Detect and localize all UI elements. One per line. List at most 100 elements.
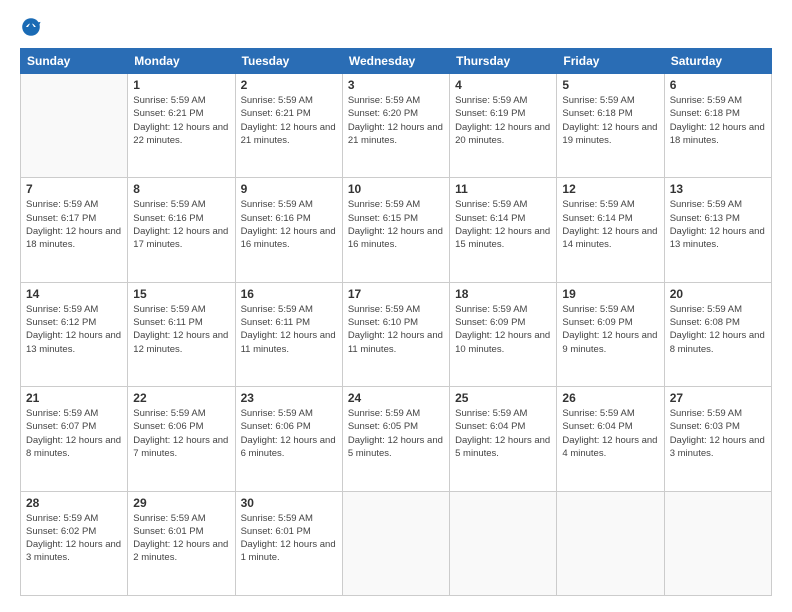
day-info: Sunrise: 5:59 AM Sunset: 6:12 PM Dayligh… (26, 303, 122, 356)
day-number: 20 (670, 287, 766, 301)
day-number: 25 (455, 391, 551, 405)
calendar-table: SundayMondayTuesdayWednesdayThursdayFrid… (20, 48, 772, 596)
day-number: 5 (562, 78, 658, 92)
day-info: Sunrise: 5:59 AM Sunset: 6:21 PM Dayligh… (241, 94, 337, 147)
calendar-cell: 9 Sunrise: 5:59 AM Sunset: 6:16 PM Daylig… (235, 178, 342, 282)
calendar-cell: 15 Sunrise: 5:59 AM Sunset: 6:11 PM Dayli… (128, 282, 235, 386)
calendar-cell (21, 74, 128, 178)
day-number: 19 (562, 287, 658, 301)
day-number: 4 (455, 78, 551, 92)
col-header-wednesday: Wednesday (342, 49, 449, 74)
day-number: 2 (241, 78, 337, 92)
day-number: 16 (241, 287, 337, 301)
day-info: Sunrise: 5:59 AM Sunset: 6:06 PM Dayligh… (133, 407, 229, 460)
day-number: 8 (133, 182, 229, 196)
day-number: 3 (348, 78, 444, 92)
calendar-cell: 5 Sunrise: 5:59 AM Sunset: 6:18 PM Daylig… (557, 74, 664, 178)
day-info: Sunrise: 5:59 AM Sunset: 6:11 PM Dayligh… (133, 303, 229, 356)
logo-icon (20, 16, 42, 38)
day-number: 28 (26, 496, 122, 510)
calendar-cell: 30 Sunrise: 5:59 AM Sunset: 6:01 PM Dayli… (235, 491, 342, 595)
calendar-cell: 22Sunrise: 5:59 AM Sunset: 6:06 PM Dayli… (128, 387, 235, 491)
day-number: 1 (133, 78, 229, 92)
day-info: Sunrise: 5:59 AM Sunset: 6:06 PM Dayligh… (241, 407, 337, 460)
day-number: 15 (133, 287, 229, 301)
col-header-friday: Friday (557, 49, 664, 74)
day-info: Sunrise: 5:59 AM Sunset: 6:18 PM Dayligh… (562, 94, 658, 147)
col-header-saturday: Saturday (664, 49, 771, 74)
calendar-cell: 23 Sunrise: 5:59 AM Sunset: 6:06 PM Dayli… (235, 387, 342, 491)
calendar-cell: 8 Sunrise: 5:59 AM Sunset: 6:16 PM Daylig… (128, 178, 235, 282)
col-header-monday: Monday (128, 49, 235, 74)
calendar-cell: 3 Sunrise: 5:59 AM Sunset: 6:20 PM Daylig… (342, 74, 449, 178)
calendar-cell: 6 Sunrise: 5:59 AM Sunset: 6:18 PM Daylig… (664, 74, 771, 178)
day-info: Sunrise: 5:59 AM Sunset: 6:01 PM Dayligh… (241, 512, 337, 565)
col-header-thursday: Thursday (450, 49, 557, 74)
day-number: 6 (670, 78, 766, 92)
day-info: Sunrise: 5:59 AM Sunset: 6:15 PM Dayligh… (348, 198, 444, 251)
day-number: 7 (26, 182, 122, 196)
day-number: 18 (455, 287, 551, 301)
col-header-tuesday: Tuesday (235, 49, 342, 74)
calendar-cell: 11 Sunrise: 5:59 AM Sunset: 6:14 PM Dayli… (450, 178, 557, 282)
calendar-cell: 4 Sunrise: 5:59 AM Sunset: 6:19 PM Daylig… (450, 74, 557, 178)
calendar-cell: 17 Sunrise: 5:59 AM Sunset: 6:10 PM Dayli… (342, 282, 449, 386)
day-info: Sunrise: 5:59 AM Sunset: 6:03 PM Dayligh… (670, 407, 766, 460)
day-info: Sunrise: 5:59 AM Sunset: 6:09 PM Dayligh… (562, 303, 658, 356)
calendar-cell (450, 491, 557, 595)
day-info: Sunrise: 5:59 AM Sunset: 6:14 PM Dayligh… (562, 198, 658, 251)
day-number: 23 (241, 391, 337, 405)
calendar-cell: 1 Sunrise: 5:59 AM Sunset: 6:21 PM Daylig… (128, 74, 235, 178)
day-info: Sunrise: 5:59 AM Sunset: 6:19 PM Dayligh… (455, 94, 551, 147)
day-info: Sunrise: 5:59 AM Sunset: 6:20 PM Dayligh… (348, 94, 444, 147)
day-number: 14 (26, 287, 122, 301)
day-info: Sunrise: 5:59 AM Sunset: 6:01 PM Dayligh… (133, 512, 229, 565)
calendar-cell: 12 Sunrise: 5:59 AM Sunset: 6:14 PM Dayli… (557, 178, 664, 282)
day-info: Sunrise: 5:59 AM Sunset: 6:13 PM Dayligh… (670, 198, 766, 251)
day-number: 12 (562, 182, 658, 196)
day-info: Sunrise: 5:59 AM Sunset: 6:16 PM Dayligh… (133, 198, 229, 251)
calendar-cell: 21Sunrise: 5:59 AM Sunset: 6:07 PM Dayli… (21, 387, 128, 491)
day-info: Sunrise: 5:59 AM Sunset: 6:05 PM Dayligh… (348, 407, 444, 460)
day-info: Sunrise: 5:59 AM Sunset: 6:16 PM Dayligh… (241, 198, 337, 251)
calendar-cell: 25 Sunrise: 5:59 AM Sunset: 6:04 PM Dayli… (450, 387, 557, 491)
page: SundayMondayTuesdayWednesdayThursdayFrid… (0, 0, 792, 612)
day-info: Sunrise: 5:59 AM Sunset: 6:10 PM Dayligh… (348, 303, 444, 356)
day-info: Sunrise: 5:59 AM Sunset: 6:21 PM Dayligh… (133, 94, 229, 147)
day-number: 24 (348, 391, 444, 405)
calendar-cell: 29 Sunrise: 5:59 AM Sunset: 6:01 PM Dayli… (128, 491, 235, 595)
calendar-cell: 24 Sunrise: 5:59 AM Sunset: 6:05 PM Dayli… (342, 387, 449, 491)
day-number: 10 (348, 182, 444, 196)
calendar-cell (342, 491, 449, 595)
day-number: 26 (562, 391, 658, 405)
calendar-cell: 13 Sunrise: 5:59 AM Sunset: 6:13 PM Dayli… (664, 178, 771, 282)
day-number: 13 (670, 182, 766, 196)
header (20, 16, 772, 38)
calendar-cell: 19 Sunrise: 5:59 AM Sunset: 6:09 PM Dayli… (557, 282, 664, 386)
day-number: 27 (670, 391, 766, 405)
calendar-cell: 18 Sunrise: 5:59 AM Sunset: 6:09 PM Dayli… (450, 282, 557, 386)
day-number: 21 (26, 391, 122, 405)
day-number: 30 (241, 496, 337, 510)
day-info: Sunrise: 5:59 AM Sunset: 6:14 PM Dayligh… (455, 198, 551, 251)
calendar-cell: 20 Sunrise: 5:59 AM Sunset: 6:08 PM Dayli… (664, 282, 771, 386)
day-number: 11 (455, 182, 551, 196)
calendar-cell: 16 Sunrise: 5:59 AM Sunset: 6:11 PM Dayli… (235, 282, 342, 386)
day-number: 17 (348, 287, 444, 301)
day-info: Sunrise: 5:59 AM Sunset: 6:09 PM Dayligh… (455, 303, 551, 356)
calendar-cell: 14 Sunrise: 5:59 AM Sunset: 6:12 PM Dayli… (21, 282, 128, 386)
day-info: Sunrise: 5:59 AM Sunset: 6:08 PM Dayligh… (670, 303, 766, 356)
day-info: Sunrise: 5:59 AM Sunset: 6:04 PM Dayligh… (562, 407, 658, 460)
calendar-cell: 27 Sunrise: 5:59 AM Sunset: 6:03 PM Dayli… (664, 387, 771, 491)
day-info: Sunrise: 5:59 AM Sunset: 6:11 PM Dayligh… (241, 303, 337, 356)
calendar-cell: 28 Sunrise: 5:59 AM Sunset: 6:02 PM Dayli… (21, 491, 128, 595)
day-info: Sunrise: 5:59 AM Sunset: 6:17 PM Dayligh… (26, 198, 122, 251)
col-header-sunday: Sunday (21, 49, 128, 74)
day-info: Sunrise: 5:59 AM Sunset: 6:04 PM Dayligh… (455, 407, 551, 460)
calendar-cell (664, 491, 771, 595)
day-number: 29 (133, 496, 229, 510)
day-info: Sunrise: 5:59 AM Sunset: 6:02 PM Dayligh… (26, 512, 122, 565)
day-number: 9 (241, 182, 337, 196)
day-info: Sunrise: 5:59 AM Sunset: 6:18 PM Dayligh… (670, 94, 766, 147)
calendar-cell (557, 491, 664, 595)
